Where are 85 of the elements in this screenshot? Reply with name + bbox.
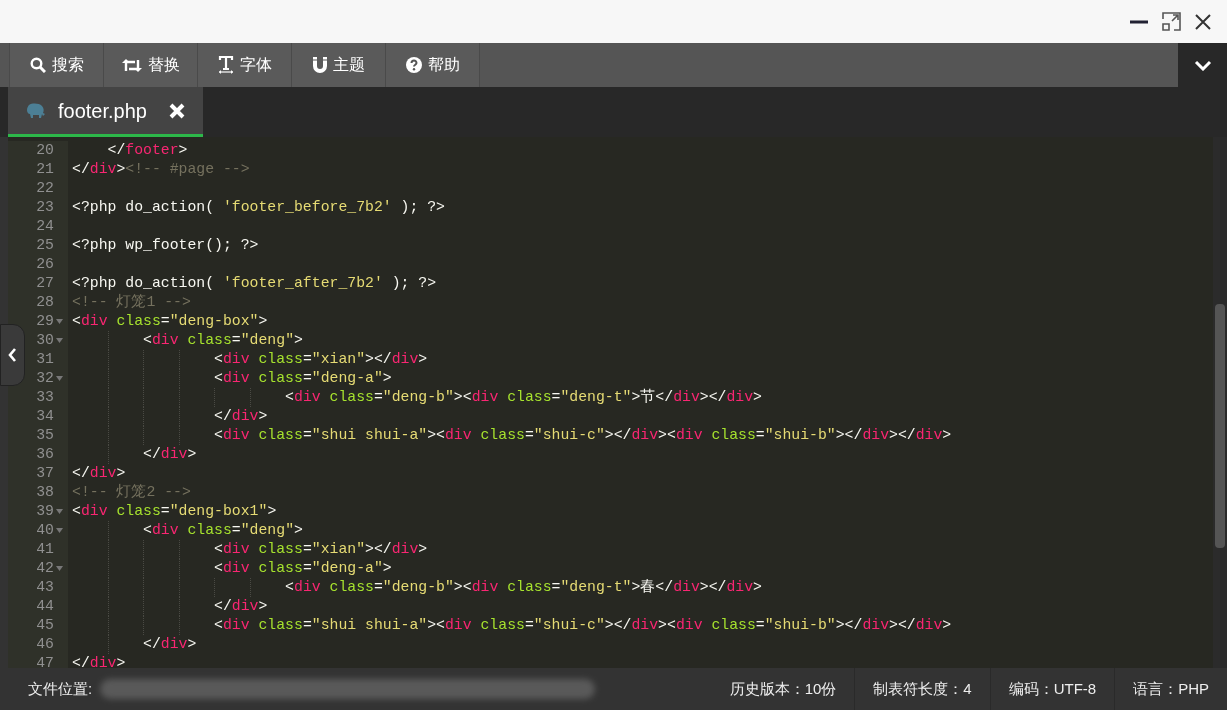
code-line: </div> (142, 446, 197, 462)
code-line: <div class="deng"> (142, 522, 303, 538)
line-number: 44 (36, 597, 54, 616)
text-size-icon (217, 56, 234, 74)
line-number: 23 (36, 198, 54, 217)
chevron-down-icon (1193, 59, 1212, 71)
magnet-icon (312, 57, 327, 73)
line-number: 38 (36, 483, 54, 502)
fold-arrow-icon[interactable] (56, 338, 63, 343)
toolbar-button[interactable]: 替换 (104, 43, 198, 87)
fold-arrow-icon[interactable] (56, 509, 63, 514)
line-number: 42 (36, 559, 54, 578)
fold-arrow-icon[interactable] (56, 566, 63, 571)
code-line: <div class="deng-b"><div class="deng-t">节</div></div> (284, 389, 762, 405)
code-line: </div> (213, 598, 268, 614)
code-line: <div class="deng-box1"> (72, 503, 277, 519)
status-item: 制表符长度：4 (854, 668, 990, 710)
file-location-label: 文件位置: (27, 678, 94, 699)
line-number: 35 (36, 426, 54, 445)
code-line: </div><!-- #page --> (72, 161, 250, 177)
code-line: <?php do_action( 'footer_after_7b2' ); ?> (72, 275, 437, 291)
line-number: 45 (36, 616, 54, 635)
status-item: 历史版本：10份 (728, 678, 838, 699)
line-number: 39 (36, 502, 54, 521)
line-number: 46 (36, 635, 54, 654)
line-number: 34 (36, 407, 54, 426)
line-number: 20 (36, 141, 54, 160)
scrollbar-thumb[interactable] (1215, 304, 1225, 548)
code-line: <div class="deng"> (142, 332, 303, 348)
elephant-icon (26, 103, 46, 118)
code-line: <div class="deng-b"><div class="deng-t">春</div></div> (284, 579, 762, 595)
retweet-icon (121, 57, 142, 73)
line-number: 31 (36, 350, 54, 369)
line-number: 21 (36, 160, 54, 179)
minimize-icon[interactable] (1130, 19, 1148, 24)
status-item: 语言：PHP (1114, 668, 1227, 710)
code-line: <!-- 灯笼1 --> (72, 294, 191, 310)
search-icon (29, 57, 46, 73)
close-icon[interactable] (1195, 13, 1211, 30)
line-number: 36 (36, 445, 54, 464)
maximize-icon[interactable] (1162, 12, 1181, 31)
status-item: 编码：UTF-8 (989, 668, 1115, 710)
fold-arrow-icon[interactable] (56, 376, 63, 381)
close-tab-icon[interactable] (168, 102, 185, 119)
code-line: <div class="deng-box"> (72, 313, 268, 329)
line-number: 27 (36, 274, 54, 293)
dropdown-button[interactable] (1178, 43, 1227, 87)
collapse-panel-button[interactable] (0, 324, 25, 386)
line-number: 32 (36, 369, 54, 388)
code-line: </footer> (106, 142, 188, 158)
code-line: <div class="xian"></div> (213, 351, 428, 367)
code-line: </div> (72, 465, 126, 481)
code-line: <div class="deng-a"> (213, 370, 392, 386)
line-number: 24 (36, 217, 54, 236)
code-line: <!-- 灯笼2 --> (72, 484, 191, 500)
line-number: 33 (36, 388, 54, 407)
fold-arrow-icon[interactable] (56, 528, 63, 533)
line-number: 30 (36, 331, 54, 350)
line-number: 29 (36, 312, 54, 331)
code-line: <div class="shui shui-a"><div class="shui-c"></div><div class="shui-b"></div></div> (213, 617, 952, 633)
code-line: <div class="xian"></div> (213, 541, 428, 557)
code-line: <div class="deng-a"> (213, 560, 392, 576)
code-line: </div> (72, 655, 126, 668)
line-number: 22 (36, 179, 54, 198)
code-line: <?php do_action( 'footer_before_7b2' ); ?> (72, 199, 445, 215)
help-icon (405, 57, 422, 73)
line-number: 47 (36, 654, 54, 668)
line-number: 43 (36, 578, 54, 597)
code-line: </div> (213, 408, 268, 424)
file-tab[interactable]: footer.php (8, 87, 203, 137)
line-number: 26 (36, 255, 54, 274)
code-line: </div> (142, 636, 197, 652)
toolbar-button[interactable]: 字体 (198, 43, 292, 87)
toolbar-button[interactable]: 搜索 (10, 43, 104, 87)
fold-arrow-icon[interactable] (56, 319, 63, 324)
code-line: <div class="shui shui-a"><div class="shui-c"></div><div class="shui-b"></div></div> (213, 427, 952, 443)
chevron-left-icon (8, 348, 17, 362)
line-number: 41 (36, 540, 54, 559)
code-line: <?php wp_footer(); ?> (72, 237, 259, 253)
toolbar-button[interactable]: 主题 (292, 43, 386, 87)
toolbar-button[interactable]: 帮助 (386, 43, 480, 87)
line-number: 40 (36, 521, 54, 540)
line-number: 25 (36, 236, 54, 255)
line-number: 37 (36, 464, 54, 483)
line-number: 28 (36, 293, 54, 312)
